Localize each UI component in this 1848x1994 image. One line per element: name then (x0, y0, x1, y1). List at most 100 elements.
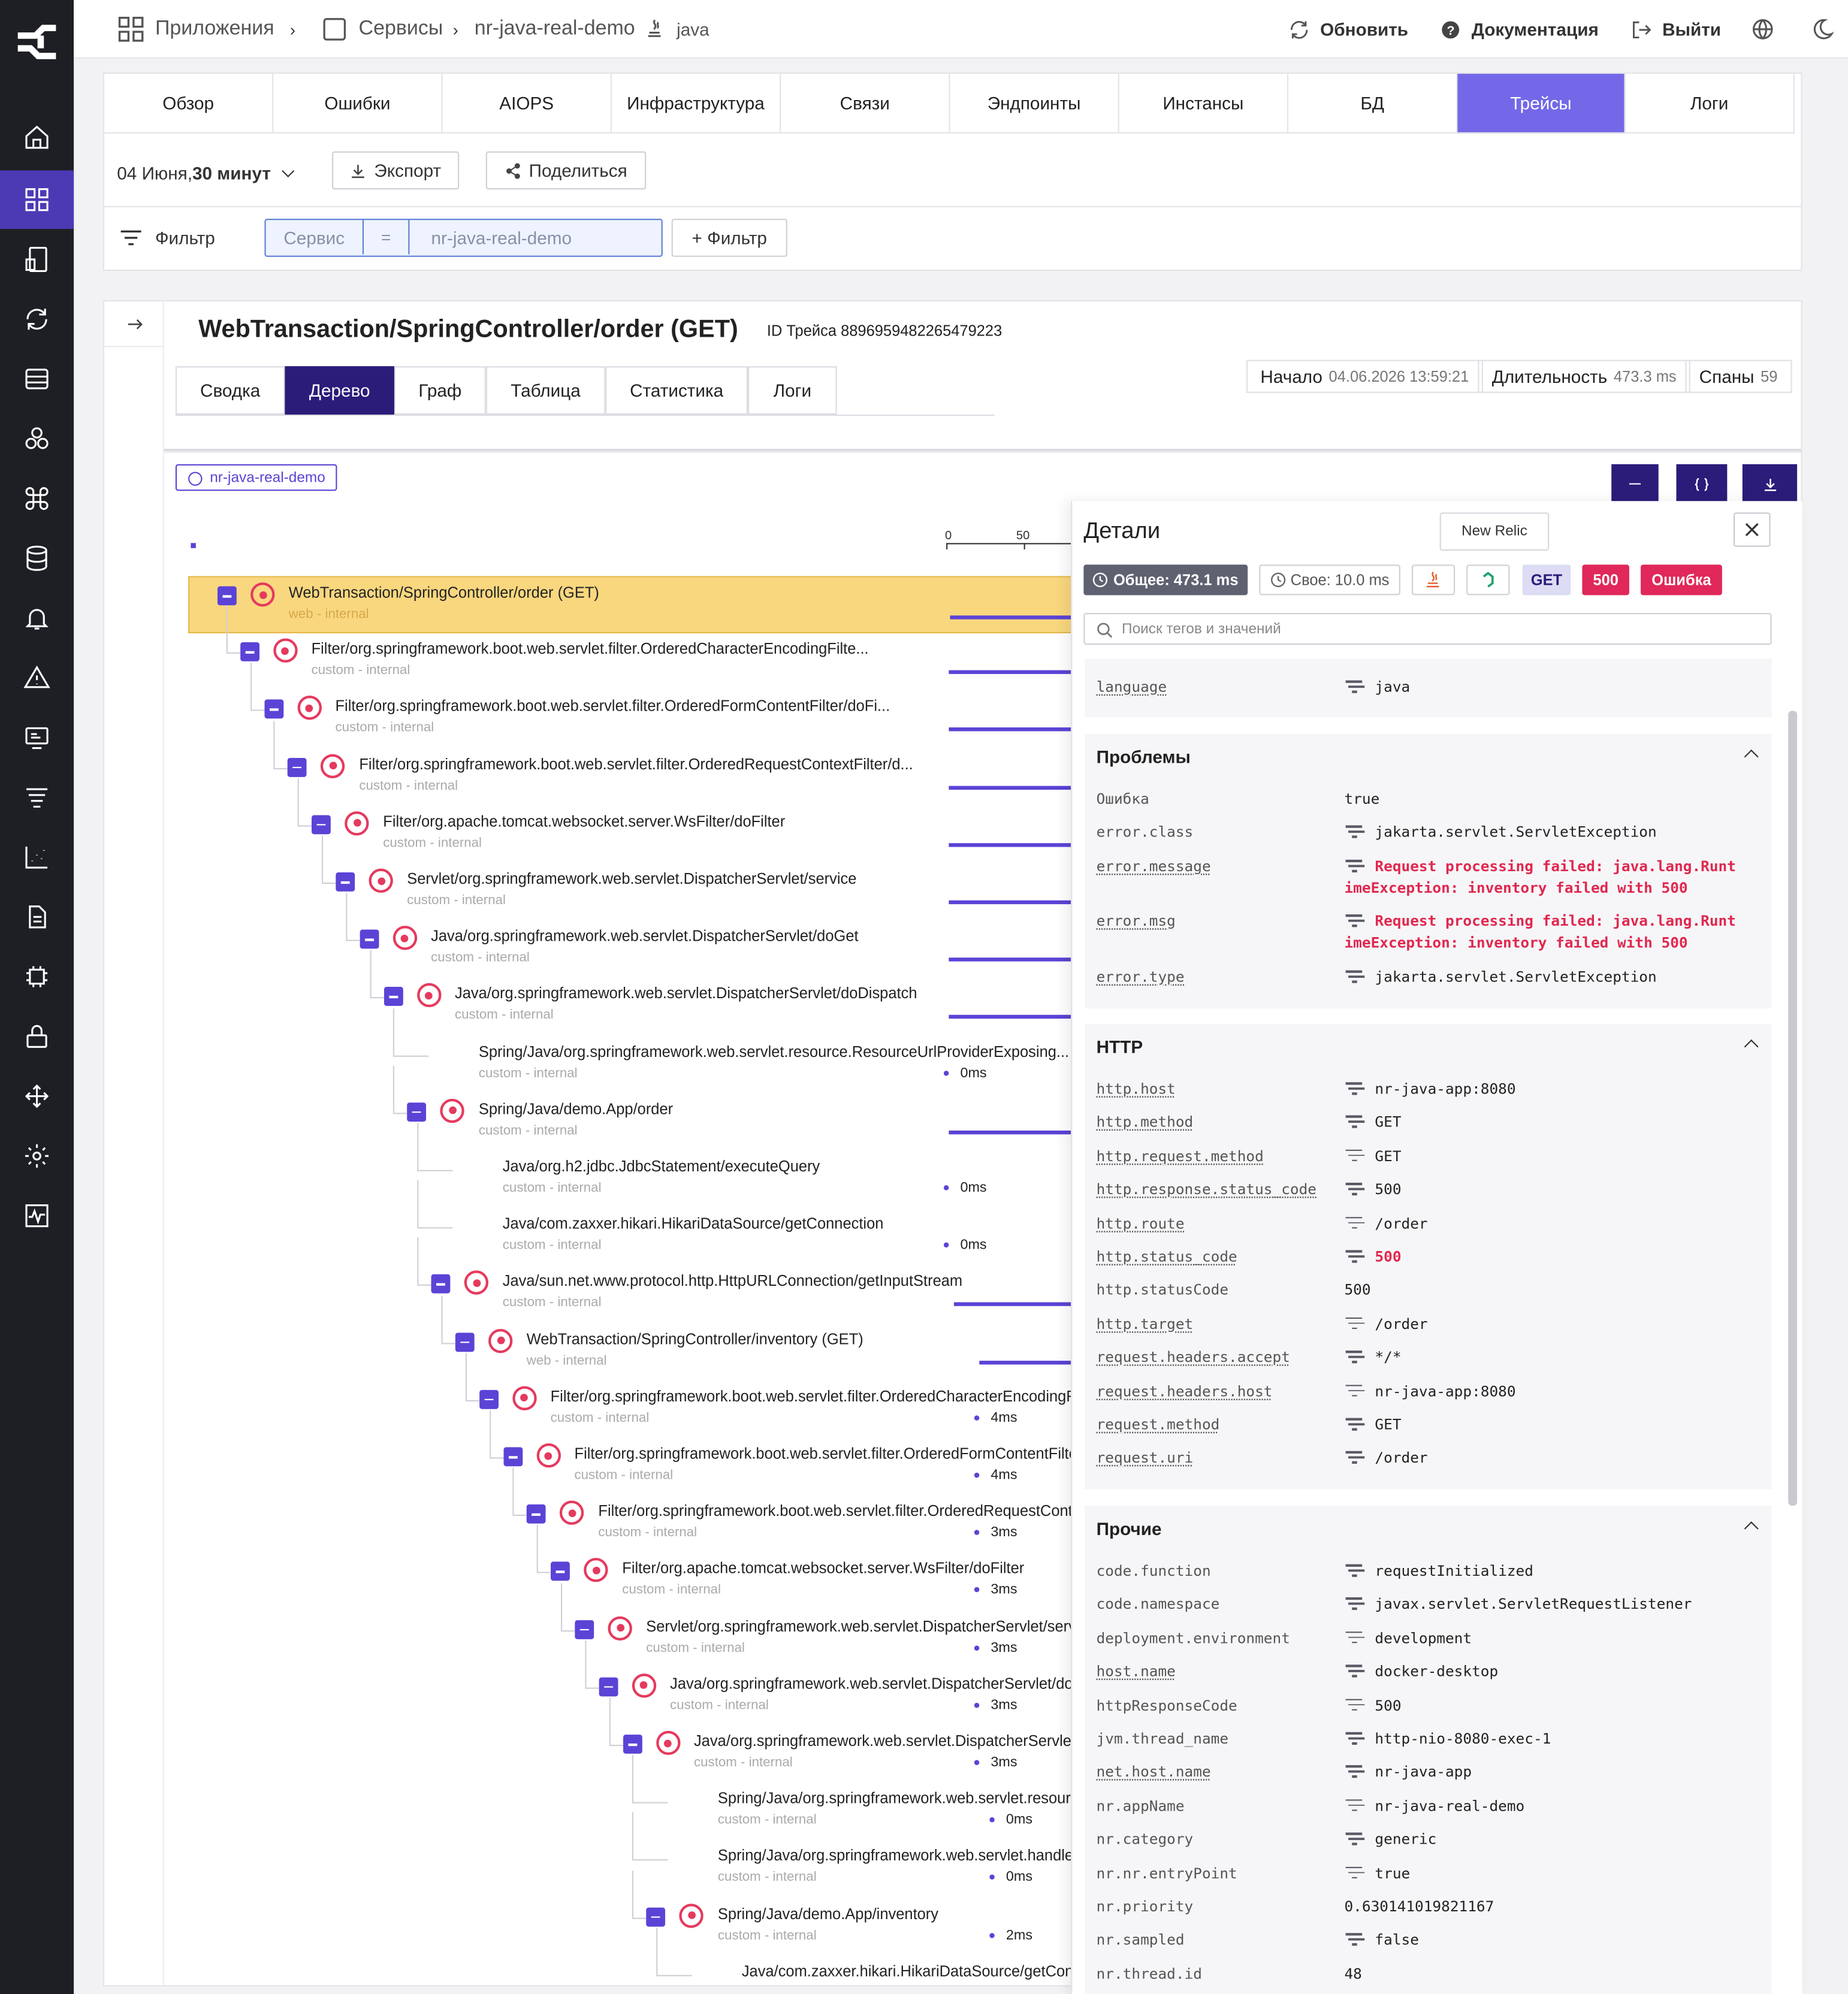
filter-tag-icon[interactable] (1345, 1316, 1364, 1330)
logout-button[interactable]: Выйти (1630, 0, 1721, 59)
scatter-chart-icon[interactable] (0, 828, 74, 887)
filter-tag-icon[interactable] (1345, 1249, 1364, 1262)
refresh-button[interactable]: Обновить (1288, 0, 1408, 59)
command-icon[interactable] (0, 469, 74, 528)
apps-icon[interactable] (0, 170, 74, 229)
filter-tag-icon[interactable] (1345, 1383, 1364, 1397)
devices-icon[interactable] (0, 230, 74, 289)
filter-tag-icon[interactable] (1345, 1798, 1364, 1812)
breadcrumb-lang[interactable]: java (644, 0, 709, 59)
filter-tag-icon[interactable] (1345, 1765, 1364, 1778)
filter-tag-icon[interactable] (1345, 1563, 1364, 1577)
filter-operator[interactable]: = (364, 220, 410, 255)
filter-tag-icon[interactable] (1345, 1450, 1364, 1464)
collapse-span-icon[interactable] (623, 1735, 642, 1754)
close-details-button[interactable] (1733, 512, 1771, 547)
filter-chip[interactable]: Сервис = nr-java-real-demo (264, 219, 663, 257)
date-range-picker[interactable]: 04 Июня, 30 минут (117, 158, 295, 188)
cluster-icon[interactable] (0, 409, 74, 468)
tab-db[interactable]: БД (1288, 74, 1458, 134)
filter-tag-icon[interactable] (1345, 969, 1364, 983)
collapse-span-icon[interactable] (647, 1907, 666, 1926)
collapse-span-icon[interactable] (503, 1447, 523, 1467)
tag-search-input[interactable]: Поиск тегов и значений (1083, 613, 1772, 645)
database-icon[interactable] (0, 529, 74, 588)
chip-icon[interactable] (0, 947, 74, 1006)
collapse-span-icon[interactable] (551, 1562, 570, 1582)
subtab-table[interactable]: Таблица (485, 366, 606, 415)
tab-aiops[interactable]: AIOPS (442, 74, 612, 134)
chevron-up-icon[interactable] (1744, 1039, 1759, 1054)
filter-tag-icon[interactable] (1345, 1416, 1364, 1430)
subtab-graph[interactable]: Граф (394, 366, 486, 415)
filter-tag-icon[interactable] (1345, 913, 1364, 927)
move-icon[interactable] (0, 1067, 74, 1126)
export-button[interactable]: Экспорт (331, 151, 460, 190)
tab-endpoints[interactable]: Эндпоинты (950, 74, 1119, 134)
collapse-span-icon[interactable] (479, 1389, 499, 1409)
filter-tag-icon[interactable] (1345, 1932, 1364, 1946)
filter-tag-icon[interactable] (1345, 1664, 1364, 1678)
docs-button[interactable]: ? Документация (1440, 0, 1599, 59)
bell-icon[interactable] (0, 589, 74, 648)
collapse-span-icon[interactable] (336, 872, 355, 892)
filter-tag-icon[interactable] (1345, 1215, 1364, 1229)
tab-links[interactable]: Связи (781, 74, 950, 134)
breadcrumb-apps[interactable]: Приложения (118, 0, 274, 59)
settings-icon[interactable] (0, 1127, 74, 1186)
filter-tag-icon[interactable] (1345, 1865, 1364, 1879)
service-chip[interactable]: nr-java-real-demo (175, 464, 337, 491)
document-icon[interactable] (0, 888, 74, 947)
collapse-span-icon[interactable] (527, 1504, 546, 1524)
expand-button[interactable] (1676, 464, 1728, 504)
filter-tag-icon[interactable] (1345, 859, 1364, 872)
collapse-span-icon[interactable] (431, 1274, 451, 1294)
collapse-span-icon[interactable] (217, 586, 237, 606)
filter-tag-icon[interactable] (1345, 1630, 1364, 1644)
filter-field[interactable]: Сервис (266, 220, 364, 255)
span-row[interactable]: WebTransaction/SpringController/order (G… (188, 576, 1079, 634)
filter-tag-icon[interactable] (1345, 1832, 1364, 1845)
filter-tag-icon[interactable] (1345, 1731, 1364, 1745)
sync-icon[interactable] (0, 290, 74, 349)
collapse-span-icon[interactable] (312, 815, 331, 834)
theme-moon-icon[interactable] (1811, 0, 1834, 59)
filter-tag-icon[interactable] (1345, 1182, 1364, 1195)
activity-icon[interactable] (0, 1186, 74, 1245)
filter-value[interactable]: nr-java-real-demo (431, 220, 572, 254)
collapse-span-icon[interactable] (407, 1102, 427, 1122)
breadcrumb-services[interactable]: Сервисы (323, 0, 443, 59)
breadcrumb-service[interactable]: nr-java-real-demo (475, 0, 635, 59)
tab-errors[interactable]: Ошибки (273, 74, 443, 134)
list-icon[interactable] (0, 768, 74, 827)
tab-overview[interactable]: Обзор (104, 74, 274, 134)
collapse-span-icon[interactable] (264, 700, 283, 720)
filter-tag-icon[interactable] (1345, 1114, 1364, 1128)
add-filter-button[interactable]: + Фильтр (671, 219, 787, 257)
collapse-span-icon[interactable] (360, 929, 379, 949)
filter-tag-icon[interactable] (1345, 679, 1364, 693)
share-button[interactable]: Поделиться (485, 151, 647, 190)
tab-instances[interactable]: Инстансы (1119, 74, 1289, 134)
collapse-span-icon[interactable] (455, 1332, 475, 1352)
filter-tag-icon[interactable] (1345, 1148, 1364, 1162)
collapse-span-icon[interactable] (288, 757, 307, 777)
subtab-tree[interactable]: Дерево (285, 366, 394, 415)
collapse-arrow-icon[interactable] (104, 301, 164, 348)
home-icon[interactable] (0, 108, 74, 167)
collapse-span-icon[interactable] (599, 1677, 618, 1696)
collapse-span-icon[interactable] (575, 1620, 594, 1639)
filter-tag-icon[interactable] (1345, 1349, 1364, 1363)
subtab-logs[interactable]: Логи (748, 366, 837, 415)
lock-icon[interactable] (0, 1007, 74, 1066)
tab-infrastructure[interactable]: Инфраструктура (611, 74, 781, 134)
collapse-span-icon[interactable] (384, 987, 403, 1007)
monitor-icon[interactable] (0, 708, 74, 767)
server-icon[interactable] (0, 350, 74, 409)
subtab-stats[interactable]: Статистика (605, 366, 748, 415)
collapse-span-icon[interactable] (240, 642, 259, 662)
download-trace-button[interactable] (1742, 464, 1798, 504)
subtab-summary[interactable]: Сводка (175, 366, 285, 415)
warning-icon[interactable] (0, 648, 74, 707)
language-globe-icon[interactable] (1752, 0, 1774, 59)
